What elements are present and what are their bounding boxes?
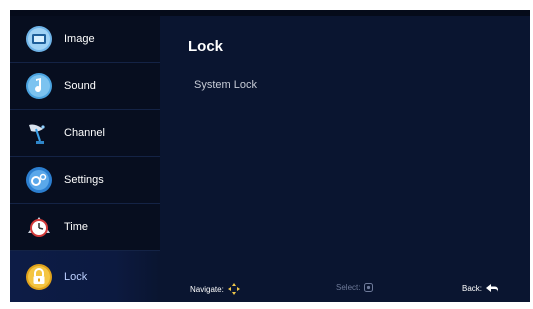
tv-screen: Image Sound Channel Settings Time Lock L… — [0, 0, 533, 309]
page-title: Lock — [188, 38, 224, 55]
navigate-hint: Navigate: — [190, 283, 240, 295]
sidebar-item-image[interactable]: Image — [10, 16, 160, 63]
select-hint: Select: — [336, 283, 374, 292]
ok-button-icon — [364, 283, 374, 292]
main-panel: Lock System Lock Navigate: Select: Back: — [160, 16, 530, 302]
image-icon — [24, 24, 54, 54]
select-label: Select: — [336, 283, 361, 292]
option-system-lock[interactable]: System Lock — [194, 79, 257, 91]
back-hint: Back: — [462, 283, 499, 293]
lock-icon — [24, 262, 54, 292]
sidebar-item-channel[interactable]: Channel — [10, 110, 160, 157]
sidebar-item-lock[interactable]: Lock — [10, 251, 160, 302]
sidebar-item-label: Image — [64, 33, 95, 45]
tv-menu: Image Sound Channel Settings Time Lock L… — [10, 10, 530, 302]
navigate-arrows-icon — [227, 283, 240, 295]
sidebar-item-label: Settings — [64, 174, 104, 186]
sound-icon — [24, 71, 54, 101]
sidebar-item-label: Lock — [64, 270, 88, 283]
sidebar-item-label: Time — [64, 221, 89, 233]
back-label: Back: — [462, 283, 483, 293]
back-arrow-icon — [486, 284, 499, 292]
navigate-label: Navigate: — [190, 284, 224, 294]
satellite-dish-icon — [24, 118, 54, 148]
clock-icon — [24, 212, 54, 242]
sidebar-item-label: Channel — [64, 127, 105, 139]
sidebar-item-label: Sound — [64, 80, 96, 92]
sidebar: Image Sound Channel Settings Time Lock — [10, 16, 160, 302]
sidebar-item-settings[interactable]: Settings — [10, 157, 160, 204]
sidebar-item-sound[interactable]: Sound — [10, 63, 160, 110]
settings-icon — [24, 165, 54, 195]
sidebar-item-time[interactable]: Time — [10, 204, 160, 251]
footer-hints: Navigate: Select: Back: — [160, 272, 530, 302]
